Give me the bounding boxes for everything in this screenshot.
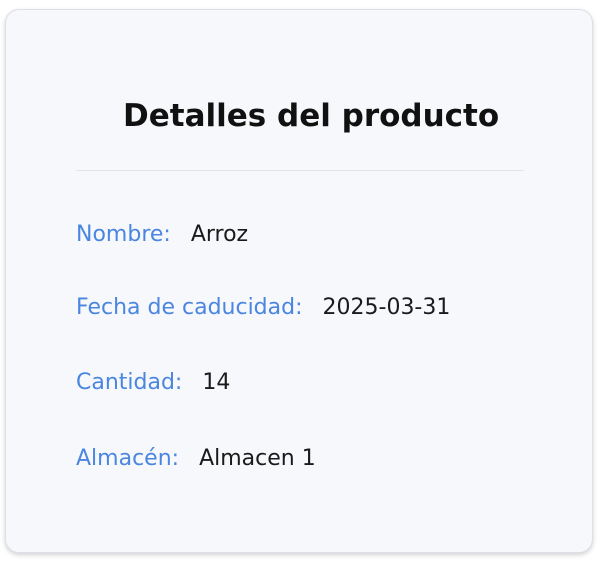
field-value-cantidad: 14 <box>202 370 231 395</box>
field-value-fecha-caducidad: 2025-03-31 <box>322 295 451 320</box>
field-row-nombre: Nombre: Arroz <box>76 220 248 250</box>
field-row-almacen: Almacén: Almacen 1 <box>76 444 316 474</box>
product-details-card: Detalles del producto Nombre: Arroz Fech… <box>5 9 593 553</box>
field-label-cantidad: Cantidad: <box>76 370 183 395</box>
field-value-almacen: Almacen 1 <box>199 446 316 471</box>
field-row-cantidad: Cantidad: 14 <box>76 368 230 398</box>
card-title: Detalles del producto <box>123 98 500 134</box>
field-value-nombre: Arroz <box>190 222 249 247</box>
field-row-fecha-caducidad: Fecha de caducidad: 2025-03-31 <box>76 293 450 323</box>
field-label-almacen: Almacén: <box>76 446 180 471</box>
field-label-fecha-caducidad: Fecha de caducidad: <box>76 295 303 320</box>
title-divider <box>76 170 524 171</box>
field-label-nombre: Nombre: <box>76 222 171 247</box>
